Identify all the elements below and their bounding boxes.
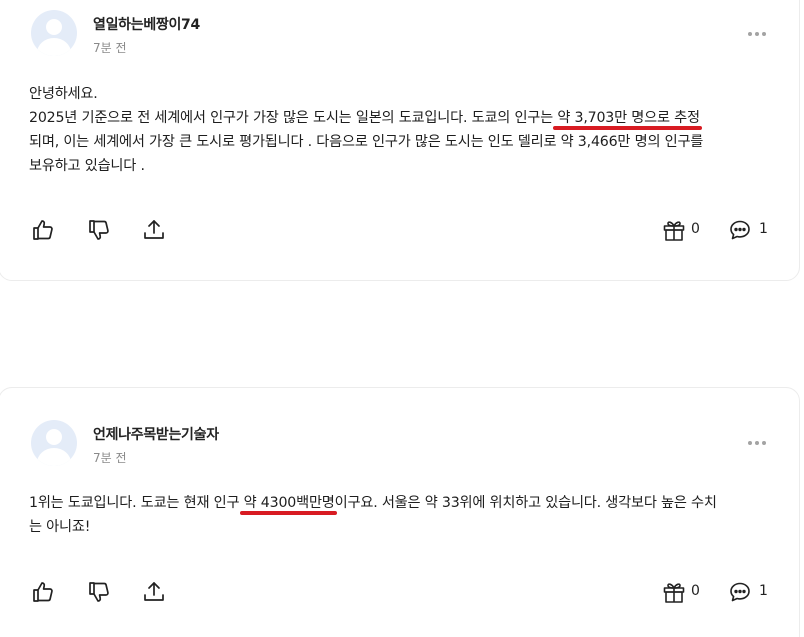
gift-count: 0 bbox=[691, 583, 700, 599]
post-line: 1위는 도쿄입니다. 도쿄는 현재 인구 약 4300백만명이구요. 서울은 약… bbox=[29, 491, 774, 515]
highlighted-text: 약 3,703만 명으로 추정 bbox=[557, 110, 700, 126]
comment-button[interactable] bbox=[728, 218, 752, 242]
comment-button[interactable] bbox=[728, 580, 752, 604]
more-icon[interactable] bbox=[748, 32, 768, 38]
dislike-button[interactable] bbox=[87, 218, 111, 242]
gift-button[interactable] bbox=[662, 580, 686, 604]
answer-card: 열일하는베짱이74 7분 전 안녕하세요. 2025년 기준으로 전 세계에서 … bbox=[0, 0, 800, 281]
comment-count: 1 bbox=[759, 583, 768, 599]
author-name[interactable]: 열일하는베짱이74 bbox=[93, 14, 200, 34]
avatar[interactable] bbox=[31, 420, 77, 466]
comment-icon bbox=[730, 582, 750, 602]
post-time: 7분 전 bbox=[93, 41, 127, 55]
thumbs-down-icon bbox=[89, 582, 109, 602]
post-text: 1위는 도쿄입니다. 도쿄는 현재 인구 bbox=[29, 495, 244, 511]
post-line: 는 아니죠! bbox=[29, 519, 91, 535]
share-icon bbox=[144, 582, 164, 601]
post-text: 이구요. 서울은 약 33위에 위치하고 있습니다. 생각보다 높은 수치 bbox=[334, 495, 717, 511]
comment-count: 1 bbox=[759, 221, 768, 237]
post-body: 1위는 도쿄입니다. 도쿄는 현재 인구 약 4300백만명이구요. 서울은 약… bbox=[29, 491, 774, 539]
post-line: 되며, 이는 세계에서 가장 큰 도시로 평가됩니다 . 다음으로 인구가 많은… bbox=[29, 134, 704, 150]
author-name[interactable]: 언제나주목받는기술자 bbox=[93, 424, 219, 444]
thumbs-up-icon bbox=[33, 582, 53, 602]
share-button[interactable] bbox=[142, 580, 166, 604]
post-line: 보유하고 있습니다 . bbox=[29, 158, 145, 174]
post-body: 안녕하세요. 2025년 기준으로 전 세계에서 인구가 가장 많은 도시는 일… bbox=[29, 82, 774, 178]
dislike-button[interactable] bbox=[87, 580, 111, 604]
post-time: 7분 전 bbox=[93, 451, 127, 465]
answer-card: 언제나주목받는기술자 7분 전 1위는 도쿄입니다. 도쿄는 현재 인구 약 4… bbox=[0, 387, 800, 637]
like-button[interactable] bbox=[31, 580, 55, 604]
avatar[interactable] bbox=[31, 10, 77, 56]
highlighted-text: 약 4300백만명 bbox=[243, 495, 335, 511]
share-button[interactable] bbox=[142, 218, 166, 242]
gift-icon bbox=[663, 583, 685, 603]
like-button[interactable] bbox=[31, 218, 55, 242]
more-icon[interactable] bbox=[748, 441, 768, 447]
comment-icon bbox=[730, 220, 750, 240]
thumbs-up-icon bbox=[33, 220, 53, 240]
post-line: 2025년 기준으로 전 세계에서 인구가 가장 많은 도시는 일본의 도쿄입니… bbox=[29, 106, 774, 130]
share-icon bbox=[144, 220, 164, 239]
post-line: 안녕하세요. bbox=[29, 86, 98, 102]
post-text: 2025년 기준으로 전 세계에서 인구가 가장 많은 도시는 일본의 도쿄입니… bbox=[29, 110, 558, 126]
thumbs-down-icon bbox=[89, 220, 109, 240]
gift-icon bbox=[663, 221, 685, 241]
gift-button[interactable] bbox=[662, 218, 686, 242]
gift-count: 0 bbox=[691, 221, 700, 237]
